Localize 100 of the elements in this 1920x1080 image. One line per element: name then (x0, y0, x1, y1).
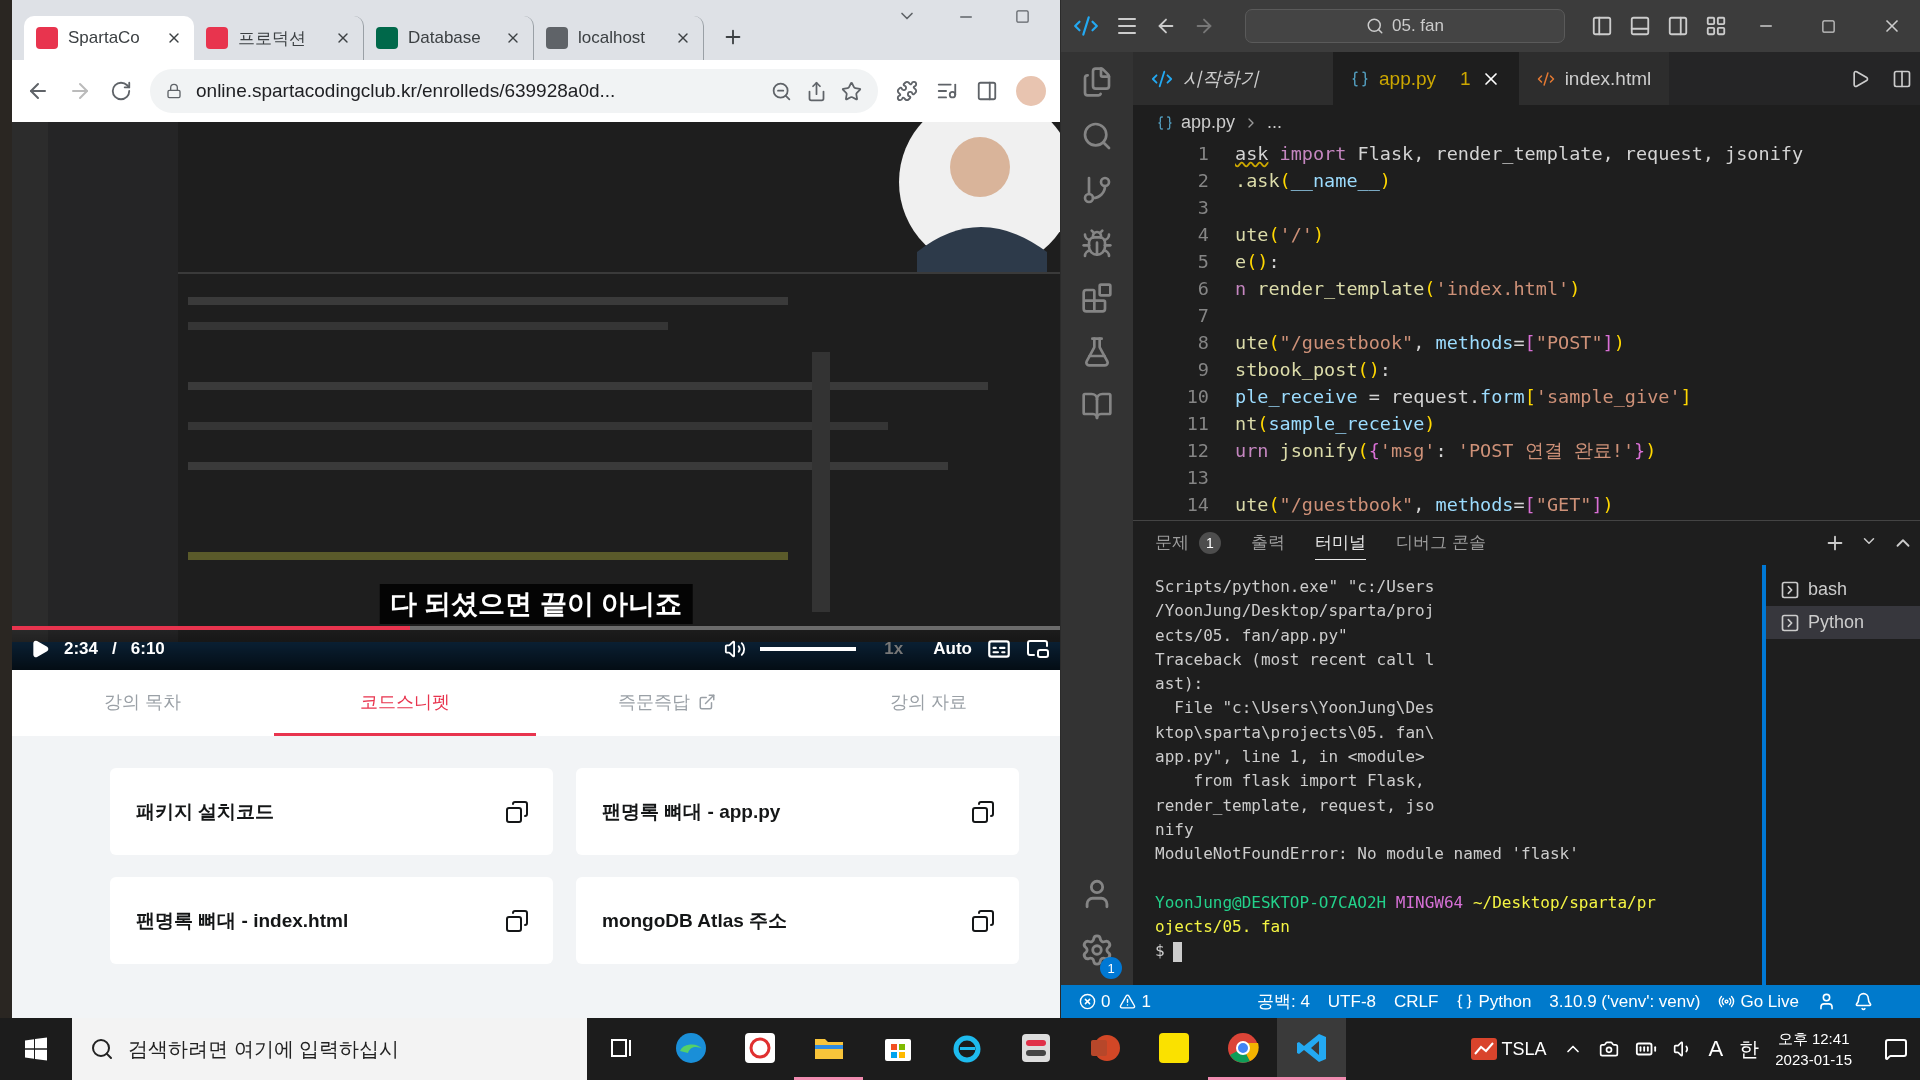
copy-icon[interactable] (971, 799, 995, 824)
panel-tab[interactable]: 터미널 (1315, 526, 1366, 560)
code-line: ask import Flask, render_template, request, jsonify (1234, 143, 1805, 164)
clock-time[interactable]: 오후 12:41 (1777, 1030, 1850, 1049)
problems-status[interactable]: 0 1 (1079, 991, 1151, 1012)
volume-icon[interactable] (724, 638, 747, 660)
run-debug-icon[interactable] (1081, 228, 1113, 260)
status-item[interactable]: CRLF (1394, 991, 1439, 1012)
code-line: .ask(__name__) (1234, 170, 1392, 191)
quality-button[interactable]: Auto (933, 639, 972, 659)
code-line: nt(sample_receive) (1234, 413, 1437, 434)
toggle-secondary-sidebar-icon[interactable] (1667, 15, 1689, 37)
terminal-list-item[interactable]: bash (1766, 573, 1920, 606)
current-time: 2:34 (64, 639, 99, 659)
edge-logo-icon[interactable] (673, 1030, 708, 1065)
sync-app-icon[interactable] (742, 1030, 777, 1065)
editor-tab[interactable]: index.html (1518, 52, 1670, 105)
site-favicon-icon (546, 27, 568, 49)
speed-button[interactable]: 1x (884, 639, 904, 659)
line-number: 6 (1196, 278, 1209, 299)
snippet-card[interactable]: 팬명록 뼈대 - app.py (576, 768, 1019, 855)
split-editor-icon[interactable] (1892, 68, 1912, 89)
picture-in-picture-icon[interactable] (1026, 637, 1050, 661)
panel-tab[interactable]: 디버그 콘솔 (1396, 526, 1486, 560)
zoom-out-icon[interactable] (771, 80, 792, 102)
line-number: 11 (1185, 413, 1209, 434)
notifications-icon[interactable] (1854, 992, 1874, 1011)
share-icon[interactable] (806, 80, 827, 102)
broadcast-icon (1718, 993, 1736, 1010)
status-item[interactable]: 공백: 4 (1256, 990, 1310, 1013)
code-line: ute("/guestbook", methods=["GET"]) (1234, 494, 1615, 515)
html-file-icon (1536, 69, 1555, 88)
text-cursor (1172, 941, 1182, 962)
side-panel-icon[interactable] (976, 80, 998, 102)
stock-widget[interactable]: TSLA (1470, 1038, 1547, 1060)
interpreter-status[interactable]: 3.10.9 ('venv': venv) (1549, 991, 1701, 1012)
panel-tab[interactable]: 문제 1 (1155, 526, 1221, 560)
duration: 6:10 (130, 639, 165, 659)
warning-icon (1119, 993, 1137, 1010)
breadcrumb-item[interactable]: app.py (1181, 112, 1236, 133)
chart-tile-icon (1470, 1038, 1497, 1060)
source-control-icon[interactable] (1081, 174, 1113, 206)
go-live-button[interactable]: Go Live (1718, 991, 1800, 1012)
line-number: 4 (1196, 224, 1209, 245)
terminal-prompt: ojects/05. fan (1155, 916, 1291, 938)
line-number: 5 (1196, 251, 1209, 272)
snippet-card[interactable]: mongoDB Atlas 주소 (576, 877, 1019, 964)
camera-icon[interactable] (1598, 1039, 1619, 1059)
search-icon (1366, 17, 1384, 35)
copy-icon[interactable] (971, 908, 995, 933)
layout-icon[interactable] (1705, 15, 1727, 37)
maximize-icon[interactable] (1015, 9, 1030, 24)
snippet-card[interactable]: 패키지 설치코드 (110, 768, 553, 855)
terminal-icon (1780, 579, 1800, 600)
run-icon[interactable] (1850, 68, 1870, 89)
progress-track[interactable] (12, 626, 1060, 630)
breadcrumb-item[interactable]: ... (1267, 112, 1283, 133)
terminal-line: ModuleNotFoundError: No module named 'flask' (1155, 844, 1580, 866)
volume-slider[interactable] (760, 647, 857, 651)
play-icon[interactable] (30, 639, 50, 659)
extensions-icon[interactable] (1081, 282, 1113, 314)
notification-badge: 1 (1100, 957, 1122, 979)
editor-tab[interactable]: app.py 1 (1333, 52, 1519, 105)
code-line: ute('/') (1234, 224, 1326, 245)
status-item[interactable]: UTF-8 (1327, 991, 1376, 1012)
taskbar-search-field[interactable]: 검색하려면 여기에 입력하십시 (72, 1018, 587, 1080)
notification-center-icon[interactable] (1884, 1037, 1908, 1061)
browser-tab[interactable]: SpartaCo (24, 16, 194, 60)
copy-icon[interactable] (505, 799, 529, 824)
explorer-icon[interactable] (1081, 66, 1113, 98)
terminal-line: Traceback (most recent call l (1155, 649, 1436, 671)
braces-icon (1456, 993, 1474, 1010)
input-language[interactable]: 한 (1739, 1035, 1760, 1063)
notebook-icon[interactable] (1081, 390, 1113, 422)
copy-icon[interactable] (505, 908, 529, 933)
input-mode[interactable]: A (1708, 1036, 1724, 1062)
code-line: ple_receive = request.form['sample_give'] (1234, 386, 1693, 407)
clock-date[interactable]: 2023-01-15 (1775, 1051, 1852, 1068)
editor-tab[interactable]: 시작하기 (1133, 52, 1333, 105)
panel-tab[interactable]: 출력 (1251, 526, 1285, 560)
toggle-sidebar-icon[interactable] (1591, 15, 1613, 37)
line-number: 14 (1185, 494, 1209, 515)
site-favicon-icon (376, 27, 398, 49)
reload-icon[interactable] (110, 80, 132, 102)
site-favicon-icon (206, 27, 228, 49)
address-bar[interactable]: online.spartacodingclub.kr/enrolleds/639928a0d... (150, 69, 878, 113)
toggle-panel-icon[interactable] (1629, 15, 1651, 37)
snippet-card[interactable]: 팬명록 뼈대 - index.html (110, 877, 553, 964)
star-icon[interactable] (841, 80, 862, 102)
search-icon[interactable] (1081, 120, 1113, 152)
talk-icon[interactable] (1156, 1030, 1191, 1065)
lock-icon (166, 83, 182, 99)
terminal-line: ast): (1155, 674, 1205, 696)
puzzle-icon[interactable] (896, 80, 918, 102)
prompt-symbol: $ (1155, 941, 1165, 961)
command-center-search[interactable]: 05. fan (1245, 9, 1565, 43)
language-status[interactable]: Python (1456, 991, 1532, 1012)
terminal-list-item[interactable]: Python (1766, 606, 1920, 639)
terminal-line: ects/05. fan/app.py" (1155, 625, 1349, 647)
chrome-logo-icon[interactable] (1225, 1030, 1260, 1065)
